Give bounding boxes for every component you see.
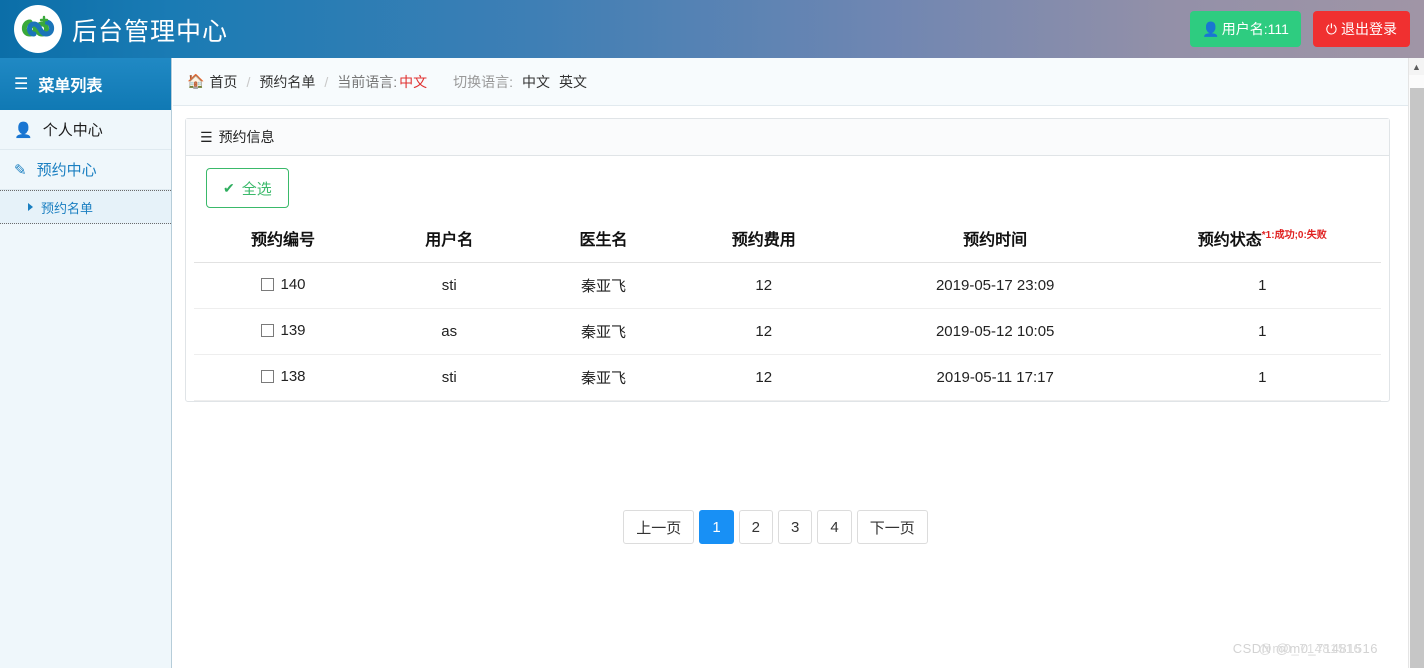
pagination: 上一页 1 2 3 4 下一页 bbox=[173, 510, 1378, 544]
scrollbar-thumb[interactable] bbox=[1410, 88, 1424, 668]
user-icon: 👤 bbox=[14, 121, 33, 139]
panel-header: ☰ 预约信息 bbox=[186, 119, 1389, 156]
header-actions: 👤 用户名:111 ⏻ 退出登录 bbox=[1190, 11, 1410, 47]
sidebar-item-appointment-center[interactable]: ✎ 预约中心 bbox=[0, 150, 171, 190]
cell-id: 139 bbox=[194, 308, 373, 355]
status-legend: *1:成功;0:失败 bbox=[1261, 230, 1327, 241]
table-row[interactable]: 138 sti 秦亚飞 12 2019-05-11 17:17 1 bbox=[194, 354, 1381, 401]
cell-id: 140 bbox=[194, 262, 373, 309]
pagination-page-4[interactable]: 4 bbox=[817, 510, 852, 544]
cell-doctor: 秦亚飞 bbox=[526, 308, 681, 355]
breadcrumb-home[interactable]: 首页 bbox=[209, 72, 237, 92]
column-header-id: 预约编号 bbox=[194, 222, 373, 263]
check-icon: ✔ bbox=[223, 179, 235, 196]
pagination-page-1[interactable]: 1 bbox=[699, 510, 734, 544]
table-header-row: 预约编号 用户名 医生名 预约费用 预约时间 预约状态*1:成功;0:失败 bbox=[194, 222, 1381, 263]
app-logo bbox=[14, 5, 62, 53]
table-header: 预约编号 用户名 医生名 预约费用 预约时间 预约状态*1:成功;0:失败 bbox=[194, 222, 1381, 263]
cell-status: 1 bbox=[1143, 354, 1381, 401]
select-all-label: 全选 bbox=[241, 180, 272, 198]
cell-username: sti bbox=[372, 354, 527, 401]
breadcrumb-separator: / bbox=[246, 73, 251, 90]
cell-id: 138 bbox=[194, 354, 373, 401]
pagination-next[interactable]: 下一页 bbox=[856, 510, 928, 544]
column-header-status: 预约状态*1:成功;0:失败 bbox=[1143, 222, 1381, 263]
panel-body: ✔ 全选 预约编号 用户名 医生名 预约费用 预约时间 预约状态*1:成功;0:… bbox=[186, 156, 1389, 401]
breadcrumb-separator: / bbox=[324, 73, 329, 90]
logout-button[interactable]: ⏻ 退出登录 bbox=[1312, 11, 1410, 47]
sidebar-header: ☰ 菜单列表 bbox=[0, 58, 171, 110]
cell-fee: 12 bbox=[680, 308, 847, 355]
appointment-table: 预约编号 用户名 医生名 预约费用 预约时间 预约状态*1:成功;0:失败 14… bbox=[194, 222, 1381, 401]
row-checkbox[interactable] bbox=[260, 370, 274, 383]
panel-header-title: 预约信息 bbox=[218, 129, 275, 145]
infinity-heart-logo-icon bbox=[21, 15, 55, 37]
row-checkbox[interactable] bbox=[260, 324, 274, 337]
cell-username: as bbox=[372, 308, 527, 355]
switch-language-label: 切换语言: bbox=[453, 73, 513, 90]
main-content: 🏠 首页 / 预约名单 / 当前语言: 中文 切换语言: 中文 英文 ☰ 预约信… bbox=[173, 58, 1408, 668]
language-link-chinese[interactable]: 中文 bbox=[522, 72, 550, 92]
column-header-fee: 预约费用 bbox=[680, 222, 847, 263]
triangle-right-icon bbox=[28, 203, 33, 211]
app-header: 后台管理中心 👤 用户名:111 ⏻ 退出登录 bbox=[0, 0, 1424, 58]
cell-time: 2019-05-17 23:09 bbox=[846, 262, 1144, 309]
column-header-time: 预约时间 bbox=[846, 222, 1144, 263]
row-id-label: 140 bbox=[280, 276, 306, 293]
hamburger-icon: ☰ bbox=[200, 128, 213, 145]
column-header-status-label: 预约状态 bbox=[1197, 232, 1262, 249]
sidebar-header-label: 菜单列表 bbox=[38, 78, 103, 95]
page-scrollbar[interactable]: ▲ bbox=[1408, 58, 1424, 668]
table-body: 140 sti 秦亚飞 12 2019-05-17 23:09 1 139 as… bbox=[194, 262, 1381, 401]
pagination-page-3[interactable]: 3 bbox=[778, 510, 813, 544]
appointment-panel: ☰ 预约信息 ✔ 全选 预约编号 用户名 医生名 预约费用 预约时间 预约状态*… bbox=[185, 118, 1390, 402]
breadcrumb: 🏠 首页 / 预约名单 / 当前语言: 中文 切换语言: 中文 英文 bbox=[173, 58, 1408, 106]
home-icon: 🏠 bbox=[187, 73, 205, 89]
edit-icon: ✎ bbox=[14, 161, 27, 179]
current-language-label: 当前语言: bbox=[337, 73, 398, 90]
sidebar-subitem-label: 预约名单 bbox=[41, 200, 94, 216]
sidebar-item-label: 个人中心 bbox=[42, 122, 103, 139]
row-id-label: 138 bbox=[280, 368, 306, 385]
sidebar-item-label: 预约中心 bbox=[36, 162, 97, 179]
sidebar-item-appointment-list[interactable]: 预约名单 bbox=[0, 190, 171, 224]
cell-doctor: 秦亚飞 bbox=[526, 354, 681, 401]
select-all-button[interactable]: ✔ 全选 bbox=[206, 168, 289, 208]
pagination-prev[interactable]: 上一页 bbox=[623, 510, 695, 544]
user-icon: 👤 bbox=[1202, 20, 1220, 37]
list-icon: ☰ bbox=[14, 76, 29, 93]
watermark-overlay: @m0_71481516 bbox=[1258, 641, 1362, 656]
language-link-english[interactable]: 英文 bbox=[559, 72, 587, 92]
cell-status: 1 bbox=[1143, 262, 1381, 309]
cell-fee: 12 bbox=[680, 262, 847, 309]
page-title: 后台管理中心 bbox=[72, 18, 229, 46]
chevron-up-icon[interactable]: ▲ bbox=[1409, 58, 1424, 75]
cell-fee: 12 bbox=[680, 354, 847, 401]
row-id-label: 139 bbox=[280, 322, 306, 339]
cell-doctor: 秦亚飞 bbox=[526, 262, 681, 309]
logout-button-label: 退出登录 bbox=[1341, 21, 1397, 37]
breadcrumb-page: 预约名单 bbox=[259, 73, 316, 90]
watermark: CSDN @m0_71481516 @m0_71481516 bbox=[1233, 641, 1378, 656]
table-row[interactable]: 140 sti 秦亚飞 12 2019-05-17 23:09 1 bbox=[194, 262, 1381, 309]
column-header-doctor: 医生名 bbox=[526, 222, 681, 263]
sidebar: ☰ 菜单列表 👤 个人中心 ✎ 预约中心 预约名单 bbox=[0, 58, 172, 668]
column-header-username: 用户名 bbox=[372, 222, 527, 263]
cell-time: 2019-05-12 10:05 bbox=[846, 308, 1144, 355]
user-button-label: 用户名:111 bbox=[1221, 21, 1289, 37]
cell-time: 2019-05-11 17:17 bbox=[846, 354, 1144, 401]
cell-username: sti bbox=[372, 262, 527, 309]
current-language-value: 中文 bbox=[399, 73, 428, 90]
table-row[interactable]: 139 as 秦亚飞 12 2019-05-12 10:05 1 bbox=[194, 308, 1381, 355]
cell-status: 1 bbox=[1143, 308, 1381, 355]
row-checkbox[interactable] bbox=[260, 278, 274, 291]
pagination-page-2[interactable]: 2 bbox=[738, 510, 773, 544]
user-button[interactable]: 👤 用户名:111 bbox=[1190, 11, 1301, 47]
power-icon: ⏻ bbox=[1325, 20, 1337, 37]
watermark-text: CSDN @m0_71481516 bbox=[1232, 641, 1378, 656]
sidebar-item-personal-center[interactable]: 👤 个人中心 bbox=[0, 110, 171, 150]
